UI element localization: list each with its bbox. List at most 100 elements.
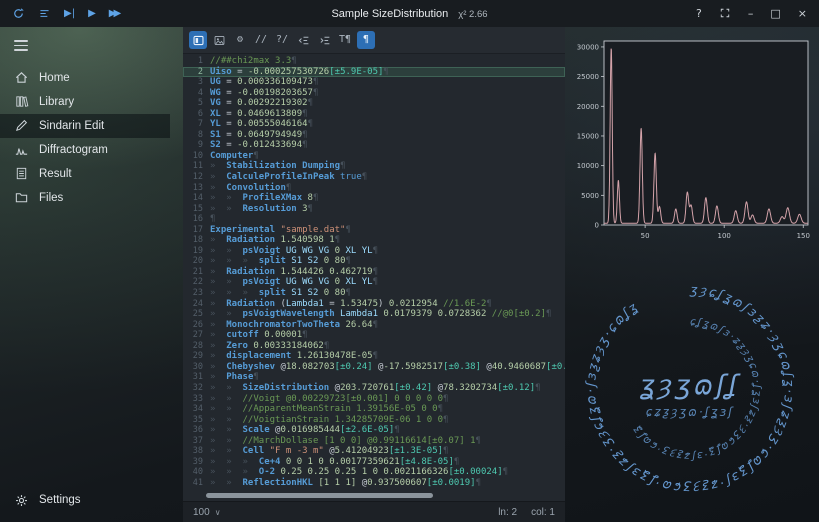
titlebar: ▶| ▶ ▶▶ Sample SizeDistribution χ² 2.66 … (0, 0, 819, 27)
code-text: » » //ApparentMeanStrain 1.39156E-05 0 0… (210, 404, 443, 414)
code-line[interactable]: 40» » » O-2 0.25 0.25 0.25 1 0 0.0021166… (183, 467, 565, 478)
menu-icon[interactable] (0, 27, 29, 66)
code-text: » » » split S1 S2 0 80¶ (210, 256, 351, 266)
minimize-button[interactable]: – (748, 8, 754, 19)
code-line[interactable]: 34» » //ApparentMeanStrain 1.39156E-05 0… (183, 404, 565, 415)
scrollbar-thumb[interactable] (206, 493, 433, 498)
script-list-icon[interactable] (38, 7, 51, 20)
line-number: 9 (183, 140, 210, 151)
code-line[interactable]: 16¶ (183, 214, 565, 225)
line-number: 2 (183, 67, 210, 78)
horizontal-scrollbar[interactable] (191, 492, 557, 499)
sidebar-item-label: Sindarin Edit (39, 120, 104, 132)
code-line[interactable]: 36» » Scale @0.016985444[±2.6E-05]¶ (183, 425, 565, 436)
code-line[interactable]: 5VG = 0.00292219302¶ (183, 98, 565, 109)
zoom-control[interactable]: 100 ∨ (193, 507, 221, 518)
code-line[interactable]: 28» Zero 0.00333184062¶ (183, 341, 565, 352)
code-line[interactable]: 41» » ReflectionHKL [1 1 1] @0.937500607… (183, 478, 565, 489)
code-line[interactable]: 2Uiso = -0.000257530726[±5.9E-05]¶ (183, 67, 565, 78)
gear-icon (14, 493, 29, 508)
code-line[interactable]: 18» Radiation 1.540598 1¶ (183, 235, 565, 246)
outdent-icon[interactable] (294, 31, 312, 49)
line-comment-icon[interactable]: // (252, 31, 270, 49)
view-toggle-icon[interactable] (189, 31, 207, 49)
sidebar-item-sindarin-edit[interactable]: Sindarin Edit (0, 114, 170, 138)
code-line[interactable]: 32» » SizeDistribution @203.720761[±0.42… (183, 383, 565, 394)
run-icon[interactable]: ▶ (88, 9, 96, 19)
column-indicator: col: 1 (531, 507, 555, 518)
sidebar-item-home[interactable]: Home (0, 66, 170, 90)
code-line[interactable]: 23» » » split S1 S2 0 80¶ (183, 288, 565, 299)
code-text: Experimental "sample.dat"¶ (210, 225, 351, 235)
doc-comment-icon[interactable]: ?/ (273, 31, 291, 49)
code-line[interactable]: 26» MonochromatorTwoTheta 26.64¶ (183, 320, 565, 331)
refresh-icon[interactable] (12, 7, 25, 20)
code-line[interactable]: 10Computer¶ (183, 151, 565, 162)
sidebar-item-label: Diffractogram (39, 144, 108, 156)
code-line[interactable]: 24» Radiation (Lambda1 = 1.53475) 0.0212… (183, 299, 565, 310)
code-line[interactable]: 11» Stabilization Dumping¶ (183, 161, 565, 172)
code-line[interactable]: 9S2 = -0.012433694¶ (183, 140, 565, 151)
code-line[interactable]: 22» » psVoigt UG WG VG 0 XL YL¶ (183, 277, 565, 288)
code-line[interactable]: 20» » » split S1 S2 0 80¶ (183, 256, 565, 267)
code-line[interactable]: 21» Radiation 1.544426 0.462719¶ (183, 267, 565, 278)
code-line[interactable]: 25» » psVoigtWavelength Lambda1 0.017937… (183, 309, 565, 320)
line-number: 39 (183, 457, 210, 468)
step-icon[interactable]: ▶| (64, 9, 75, 19)
code-line[interactable]: 3UG = 0.000336109473¶ (183, 77, 565, 88)
diffractogram-preview[interactable]: 05000100001500020000250003000050100150 (570, 33, 814, 257)
code-line[interactable]: 39» » » Ce+4 0 0 1 0 0.00177359621[±4.8E… (183, 457, 565, 468)
code-line[interactable]: 38» » Cell "F m -3 m" @5.41204923[±1.3E-… (183, 446, 565, 457)
format-marks-icon[interactable]: T¶ (336, 31, 354, 49)
code-text: » Radiation 1.540598 1¶ (210, 235, 340, 245)
sidebar-item-settings[interactable]: Settings (0, 488, 170, 512)
code-line[interactable]: 30» Chebyshev @18.082703[±0.24] @-17.598… (183, 362, 565, 373)
ring-center-subtext: ɕʑƺȝʒɷ·ʆʓɜʃ (646, 405, 734, 419)
code-text: UG = 0.000336109473¶ (210, 77, 318, 87)
code-line[interactable]: 12» CalculeProfileInPeak true¶ (183, 172, 565, 183)
indent-icon[interactable] (315, 31, 333, 49)
run-fast-icon[interactable]: ▶▶ (109, 9, 118, 19)
code-line[interactable]: 33» » //Voigt @0.00229723[±0.001] 0 0 0 … (183, 394, 565, 405)
titlebar-run-controls: ▶| ▶ ▶▶ (12, 7, 118, 20)
line-number: 38 (183, 446, 210, 457)
pilcrow-toggle-icon[interactable]: ¶ (357, 31, 375, 49)
code-line[interactable]: 37» » //MarchDollase [1 0 0] @0.99116614… (183, 436, 565, 447)
code-line[interactable]: 14» » ProfileXMax 8¶ (183, 193, 565, 204)
code-line[interactable]: 17Experimental "sample.dat"¶ (183, 225, 565, 236)
sidebar-item-library[interactable]: Library (0, 90, 170, 114)
code-line[interactable]: 29» displacement 1.26130478E-05¶ (183, 351, 565, 362)
code-lines[interactable]: 1//##chi2max 3.3¶2Uiso = -0.000257530726… (183, 54, 565, 490)
line-number: 24 (183, 299, 210, 310)
maximize-button[interactable]: □ (770, 8, 780, 19)
code-line[interactable]: 4WG = -0.00198203657¶ (183, 88, 565, 99)
sidebar-item-result[interactable]: Result (0, 162, 170, 186)
code-line[interactable]: 7YL = 0.00555046164¶ (183, 119, 565, 130)
line-number: 1 (183, 56, 210, 67)
settings-icon[interactable]: ⚙ (231, 31, 249, 49)
image-icon[interactable] (210, 31, 228, 49)
y-axis-tick-label: 5000 (581, 192, 599, 200)
code-line[interactable]: 15» » Resolution 3¶ (183, 204, 565, 215)
diffractogram-icon (14, 142, 29, 157)
code-line[interactable]: 27» cutoff 0.00001¶ (183, 330, 565, 341)
help-icon[interactable]: ? (696, 8, 702, 19)
sidebar-item-files[interactable]: Files (0, 186, 170, 210)
code-line[interactable]: 1//##chi2max 3.3¶ (183, 56, 565, 67)
code-line[interactable]: 13» Convolution¶ (183, 183, 565, 194)
code-line[interactable]: 6XL = 0.0469613809¶ (183, 109, 565, 120)
code-line[interactable]: 31» Phase¶ (183, 372, 565, 383)
expand-icon[interactable] (719, 7, 731, 21)
zoom-value: 100 (193, 507, 210, 518)
sidebar-item-diffractogram[interactable]: Diffractogram (0, 138, 170, 162)
line-number: 17 (183, 225, 210, 236)
result-icon (14, 166, 29, 181)
code-text: ¶ (210, 214, 215, 224)
close-button[interactable]: × (798, 8, 807, 19)
code-line[interactable]: 8S1 = 0.0649794949¶ (183, 130, 565, 141)
code-line[interactable]: 35» » //VoigtianStrain 1.34285709E-06 1 … (183, 415, 565, 426)
line-number: 27 (183, 330, 210, 341)
code-line[interactable]: 19» » psVoigt UG WG VG 0 XL YL¶ (183, 246, 565, 257)
line-number: 7 (183, 119, 210, 130)
line-number: 34 (183, 404, 210, 415)
